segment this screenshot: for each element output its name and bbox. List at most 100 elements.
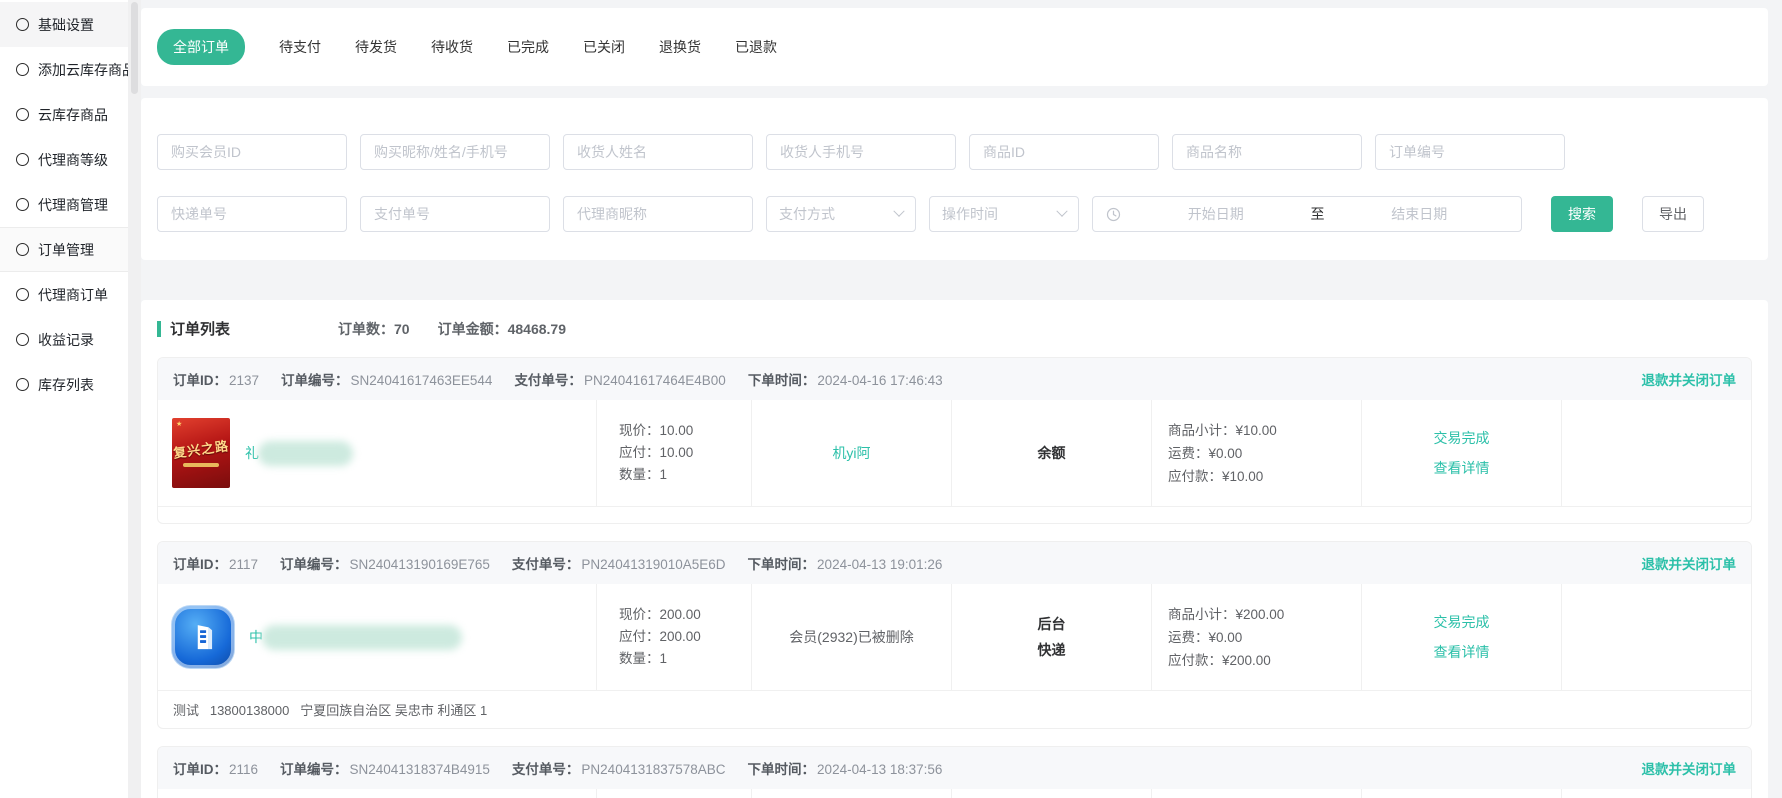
chevron-down-icon — [893, 206, 904, 217]
buyer-cell — [751, 789, 951, 798]
tab-6[interactable]: 退换货 — [659, 37, 701, 57]
order-header-value: SN240413190169E765 — [350, 557, 490, 572]
order-header-value: 2024-04-13 19:01:26 — [817, 557, 942, 572]
buyer-name[interactable]: 机yi阿 — [832, 443, 870, 463]
sidebar-item-label: 云库存商品 — [38, 105, 108, 125]
filter-input-row1-4[interactable] — [969, 134, 1159, 170]
amount-line: 运费：¥0.00 — [1168, 626, 1361, 649]
sidebar-item-7[interactable]: 收益记录 — [0, 317, 128, 362]
order-status-link[interactable]: 交易完成 — [1434, 612, 1490, 632]
actions-cell: 交易完成查看详情 — [1361, 400, 1561, 506]
order-content-row: 中现价：200.00应付：200.00数量：1会员(2932)已被删除后台快递商… — [158, 584, 1751, 690]
order-list-header: 订单列表 订单数：70 订单金额：48468.79 — [149, 316, 1760, 357]
order-count: 订单数：70 — [338, 319, 410, 339]
price-cell — [596, 789, 751, 798]
sidebar-item-label: 代理商订单 — [38, 285, 108, 305]
order-header-pair: 支付单号：PN24041617464E4B00 — [514, 369, 725, 389]
start-date-input[interactable]: 开始日期 — [1127, 204, 1305, 224]
order-header-label: 支付单号： — [514, 373, 582, 388]
refund-close-order-link[interactable]: 退款并关闭订单 — [1642, 553, 1737, 573]
refund-close-order-link[interactable]: 退款并关闭订单 — [1642, 758, 1737, 778]
order-status-link[interactable]: 交易完成 — [1434, 428, 1490, 448]
buyer-name: 会员(2932)已被删除 — [789, 627, 913, 647]
scrollbar-thumb[interactable] — [131, 2, 138, 94]
price-line: 数量：1 — [619, 648, 751, 670]
order-header-pair: 订单ID：2116 — [173, 758, 258, 778]
empty-cell — [1561, 400, 1751, 506]
menu-circle-icon — [16, 108, 29, 121]
price-line: 现价：200.00 — [619, 604, 751, 626]
chevron-down-icon — [1056, 206, 1067, 217]
tab-5[interactable]: 已关闭 — [583, 37, 625, 57]
export-button[interactable]: 导出 — [1642, 196, 1704, 232]
tab-0[interactable]: 全部订单 — [157, 29, 245, 65]
filter-input-row1-0[interactable] — [157, 134, 347, 170]
order-header: 订单ID：2117订单编号：SN240413190169E765支付单号：PN2… — [158, 542, 1751, 584]
price-line: 应付：200.00 — [619, 626, 751, 648]
amount-line: 商品小计：¥200.00 — [1168, 603, 1361, 626]
order-address-footer — [158, 506, 1751, 523]
pay-method-select[interactable]: 支付方式 — [766, 196, 916, 232]
order-header-label: 订单ID： — [173, 373, 227, 388]
sidebar-item-1[interactable]: 添加云库存商品 — [0, 47, 128, 92]
product-name-text: 中 — [249, 627, 263, 647]
order-header-label: 订单编号： — [280, 557, 348, 572]
order-header-label: 下单时间： — [748, 762, 816, 777]
tab-3[interactable]: 待收货 — [431, 37, 473, 57]
menu-circle-icon — [16, 333, 29, 346]
date-range-picker[interactable]: 开始日期 至 结束日期 — [1092, 196, 1522, 232]
sidebar-item-label: 收益记录 — [38, 330, 94, 350]
order-header-pair: 下单时间：2024-04-13 19:01:26 — [748, 553, 943, 573]
amount-line: 应付款：¥200.00 — [1168, 649, 1361, 672]
actions-cell — [1361, 789, 1561, 798]
sidebar-item-8[interactable]: 库存列表 — [0, 362, 128, 407]
tab-4[interactable]: 已完成 — [507, 37, 549, 57]
search-button[interactable]: 搜索 — [1551, 196, 1613, 232]
redacted-name-blur — [258, 441, 353, 466]
product-name[interactable]: 礼 — [245, 441, 353, 466]
product-logo-blue-badge — [172, 606, 234, 668]
order-header-label: 订单编号： — [280, 762, 348, 777]
product-name-text: 礼 — [245, 443, 259, 463]
tab-2[interactable]: 待发货 — [355, 37, 397, 57]
sidebar-scrollbar[interactable] — [128, 0, 141, 798]
order-header: 订单ID：2116订单编号：SN24041318374B4915支付单号：PN2… — [158, 747, 1751, 789]
search-filter-card: 支付方式 操作时间 开始日期 至 结束日期 搜索 导出 — [141, 98, 1768, 260]
buyer-cell: 会员(2932)已被删除 — [751, 584, 951, 690]
view-details-link[interactable]: 查看详情 — [1434, 642, 1490, 662]
building-icon — [186, 620, 220, 654]
product-name[interactable]: 中 — [249, 625, 462, 650]
order-header-label: 订单ID： — [173, 762, 227, 777]
pay-method-cell: 余额 — [951, 400, 1151, 506]
sidebar-item-3[interactable]: 代理商等级 — [0, 137, 128, 182]
order-address-footer: 测试 13800138000 宁夏回族自治区 吴忠市 利通区 1 — [158, 690, 1751, 728]
filter-input-row1-3[interactable] — [766, 134, 956, 170]
product-cell: 复兴之路礼 — [158, 400, 596, 506]
sidebar-item-6[interactable]: 代理商订单 — [0, 272, 128, 317]
filter-input-row1-1[interactable] — [360, 134, 550, 170]
date-range-separator: 至 — [1311, 204, 1325, 224]
sidebar-item-0[interactable]: 基础设置 — [0, 2, 128, 47]
filter-input-row2-1[interactable] — [360, 196, 550, 232]
view-details-link[interactable]: 查看详情 — [1434, 458, 1490, 478]
sidebar-item-5[interactable]: 订单管理 — [0, 227, 128, 272]
end-date-input[interactable]: 结束日期 — [1331, 204, 1509, 224]
order-block: 订单ID：2117订单编号：SN240413190169E765支付单号：PN2… — [157, 541, 1752, 729]
amounts-cell — [1151, 789, 1361, 798]
sidebar-item-2[interactable]: 云库存商品 — [0, 92, 128, 137]
tab-7[interactable]: 已退款 — [735, 37, 777, 57]
filter-input-row1-6[interactable] — [1375, 134, 1565, 170]
tab-1[interactable]: 待支付 — [279, 37, 321, 57]
sidebar-item-label: 订单管理 — [38, 240, 94, 260]
refund-close-order-link[interactable]: 退款并关闭订单 — [1642, 369, 1737, 389]
order-header-label: 下单时间： — [748, 557, 816, 572]
product-image-decor — [183, 463, 219, 467]
operate-time-select[interactable]: 操作时间 — [929, 196, 1079, 232]
filter-input-row2-0[interactable] — [157, 196, 347, 232]
filter-input-row1-2[interactable] — [563, 134, 753, 170]
order-header: 订单ID：2137订单编号：SN24041617463EE544支付单号：PN2… — [158, 358, 1751, 400]
sidebar-item-4[interactable]: 代理商管理 — [0, 182, 128, 227]
filter-input-row1-5[interactable] — [1172, 134, 1362, 170]
product-image-title: 复兴之路 — [172, 435, 230, 462]
filter-input-row2-2[interactable] — [563, 196, 753, 232]
